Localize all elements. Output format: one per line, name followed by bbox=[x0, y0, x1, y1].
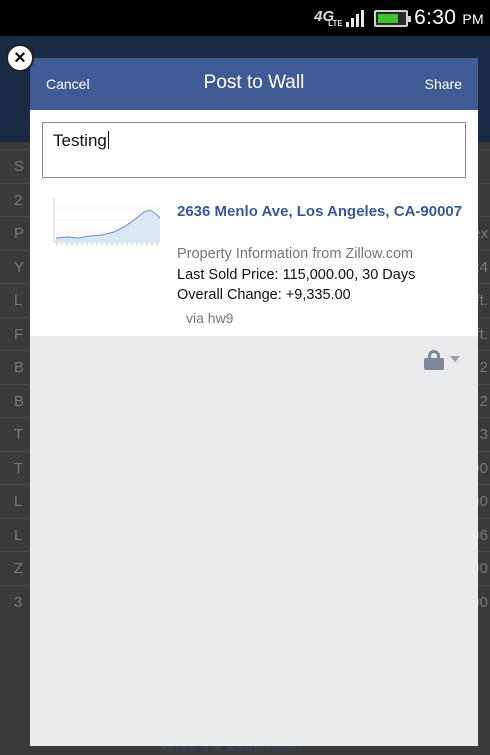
background-row-value: 2 bbox=[479, 392, 488, 410]
background-row-label: Y bbox=[14, 258, 25, 276]
post-to-wall-dialog: Cancel Post to Wall Share Testing 2636 M… bbox=[30, 58, 478, 746]
background-row-label: P bbox=[14, 225, 25, 242]
background-row-label: Z bbox=[14, 560, 24, 577]
dialog-header: Cancel Post to Wall Share bbox=[30, 58, 478, 110]
close-button[interactable]: × bbox=[6, 44, 34, 72]
background-row-label: T bbox=[14, 426, 24, 443]
battery-icon bbox=[374, 9, 412, 27]
privacy-selector[interactable] bbox=[424, 348, 468, 370]
chevron-down-icon bbox=[450, 356, 460, 362]
dialog-body: Testing 2636 Menlo Ave, Los Angeles, CA-… bbox=[30, 110, 478, 336]
clock: 6:30 PM bbox=[414, 6, 484, 29]
message-input[interactable]: Testing bbox=[42, 122, 466, 178]
background-row-label: 2 bbox=[14, 191, 23, 209]
background-row-value: 3 bbox=[479, 426, 488, 443]
attachment-description-line-2: Overall Change: +9,335.00 bbox=[177, 287, 351, 303]
chart-thumbnail bbox=[48, 194, 162, 250]
lock-icon bbox=[424, 350, 444, 370]
attachment-via: via hw9 bbox=[186, 310, 234, 326]
background-row-label: 3 bbox=[14, 593, 23, 611]
background-row-label: B bbox=[14, 392, 25, 410]
background-row-value: 2 bbox=[479, 359, 488, 376]
background-row-label: B bbox=[14, 359, 25, 376]
message-text: Testing bbox=[53, 131, 107, 150]
background-row-label: F bbox=[14, 325, 24, 343]
dialog-title: Post to Wall bbox=[203, 72, 305, 93]
close-icon: × bbox=[14, 47, 26, 69]
status-icons: 4G LTE 6:30 PM bbox=[314, 6, 484, 30]
share-button[interactable]: Share bbox=[425, 76, 462, 92]
attachment-title-link[interactable]: 2636 Menlo Ave, Los Angeles, CA-90007 bbox=[177, 202, 467, 221]
network-4g-lte-icon: 4G LTE bbox=[314, 8, 343, 28]
link-attachment[interactable]: 2636 Menlo Ave, Los Angeles, CA-90007 Pr… bbox=[30, 194, 478, 334]
background-row-label: L bbox=[14, 292, 23, 309]
attachment-description-line-1: Last Sold Price: 115,000.00, 30 Days bbox=[177, 267, 416, 283]
status-bar: 4G LTE 6:30 PM bbox=[0, 0, 490, 36]
background-row-label: L bbox=[14, 493, 23, 510]
background-row-label: L bbox=[14, 526, 23, 544]
text-caret bbox=[107, 131, 109, 149]
battery-level bbox=[378, 13, 399, 23]
signal-strength-icon bbox=[346, 9, 368, 27]
background-row-label: T bbox=[14, 459, 24, 477]
background-row-label: S bbox=[14, 158, 25, 175]
attachment-caption: Property Information from Zillow.com bbox=[177, 246, 414, 262]
